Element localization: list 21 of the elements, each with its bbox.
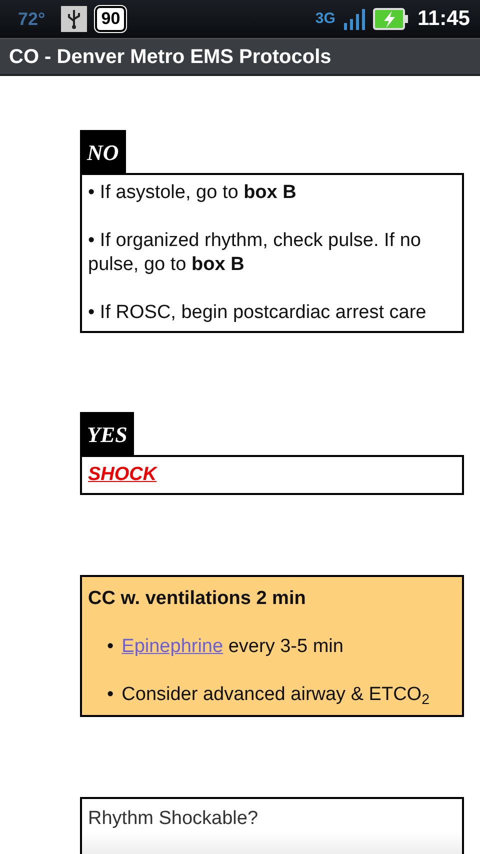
network-type: 3G xyxy=(315,12,336,26)
clock: 11:45 xyxy=(417,6,470,32)
battery-badge: 90 xyxy=(95,6,126,32)
shock-link[interactable]: SHOCK xyxy=(88,464,157,485)
question-text: Rhythm Shockable? xyxy=(88,808,258,829)
temperature-reading: 72° xyxy=(18,8,46,30)
bullet-mark: • xyxy=(107,635,114,659)
bullet-text: • If ROSC, begin postcardiac arrest care xyxy=(88,301,428,325)
bullet-mark: • xyxy=(107,683,114,707)
bullet-text: • If asystole, go to box B xyxy=(88,181,298,205)
battery-charging-icon xyxy=(373,8,410,30)
bullet-text: • If organized rhythm, check pulse. If no pulse, go to box B xyxy=(88,229,422,277)
app-title: CO - Denver Metro EMS Protocols xyxy=(0,38,480,76)
action-heading: CC w. ventilations 2 min xyxy=(88,587,307,611)
decision-tag: YES xyxy=(80,412,134,455)
bullet-text: Epinephrine every 3-5 min xyxy=(122,635,344,659)
decision-tag: NO xyxy=(80,130,126,173)
drug-link[interactable]: Epinephrine xyxy=(122,636,224,657)
signal-icon xyxy=(343,8,366,30)
bullet-text: Consider advanced airway & ETCO$_{2}$ xyxy=(122,683,430,707)
usb-icon xyxy=(61,6,88,32)
